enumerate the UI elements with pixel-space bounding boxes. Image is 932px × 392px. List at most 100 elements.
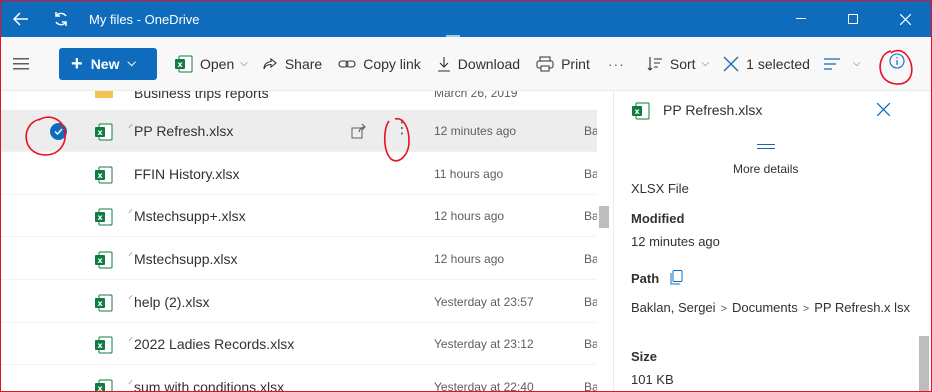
sync-icon <box>55 12 67 26</box>
modified-value: 12 minutes ago <box>631 234 720 249</box>
close-pane-button[interactable] <box>876 101 891 119</box>
chevron-down-icon: ⌵ <box>701 58 710 69</box>
file-name[interactable]: 2022 Ladies Records.xlsx <box>134 336 294 352</box>
pane-scrollbar-thumb[interactable] <box>919 336 929 391</box>
file-name[interactable]: PP Refresh.xlsx <box>134 123 233 139</box>
file-modified: Yesterday at 22:40 <box>434 379 534 392</box>
view-options-button[interactable]: ⌵ <box>823 48 861 80</box>
close-icon <box>899 13 911 25</box>
svg-text:x: x <box>98 171 104 180</box>
new-button[interactable]: + New ⌵ <box>59 47 157 80</box>
maximize-icon <box>848 14 858 24</box>
download-label: Download <box>457 55 521 72</box>
size-value: 101 KB <box>631 372 674 387</box>
list-item[interactable]: x ⸝ PP Refresh.xlsx ⋮ 12 minutes ago Ba <box>1 110 597 152</box>
file-list: Business trips reports March 26, 2019 x … <box>1 91 597 392</box>
checkmark-icon[interactable] <box>50 123 67 140</box>
share-icon[interactable] <box>351 123 367 144</box>
file-modified: 12 hours ago <box>434 208 505 223</box>
details-pane-button[interactable] <box>885 49 909 73</box>
download-button[interactable]: Download <box>437 48 520 80</box>
list-item[interactable]: x ⸝ Mstechsupp+.xlsx 12 hours ago Ba <box>1 195 597 237</box>
file-name[interactable]: help (2).xlsx <box>134 294 209 310</box>
file-modified: 12 hours ago <box>434 251 505 266</box>
command-bar: + New ⌵ x Open ⌵ Share Copy link Downloa… <box>1 37 931 91</box>
new-file-indicator-icon: ⸝ <box>128 247 133 258</box>
share-button[interactable]: Share <box>262 48 322 80</box>
modified-label: Modified <box>631 211 685 226</box>
open-button[interactable]: x Open ⌵ <box>175 48 248 80</box>
maximize-button[interactable] <box>827 1 879 37</box>
chevron-right-icon: > <box>720 303 727 315</box>
size-label: Size <box>631 349 658 364</box>
chevron-down-icon: ⌵ <box>240 58 248 69</box>
download-icon <box>437 56 451 72</box>
path-segment: PP Refresh.x lsx <box>814 300 911 315</box>
sync-button[interactable] <box>41 1 81 37</box>
file-owner: Ba <box>584 166 597 181</box>
title-bar: My files - OneDrive <box>1 1 931 37</box>
path-breadcrumb: Baklan, Sergei > Documents > PP Refresh.x ls… <box>631 299 911 318</box>
excel-file-icon: x <box>632 102 650 125</box>
close-window-button[interactable] <box>879 1 931 37</box>
file-modified: Yesterday at 23:57 <box>434 294 534 309</box>
file-name[interactable]: Mstechsupp.xlsx <box>134 251 237 267</box>
file-modified: March 26, 2019 <box>434 91 518 100</box>
excel-icon: x <box>175 55 193 73</box>
svg-text:x: x <box>98 341 104 350</box>
list-item[interactable]: x FFIN History.xlsx 11 hours ago Ba <box>1 153 597 195</box>
minimize-icon <box>796 18 806 19</box>
sort-button[interactable]: Sort ⌵ <box>647 48 709 80</box>
file-owner: Ba <box>584 294 597 309</box>
copy-icon <box>670 270 683 285</box>
file-name[interactable]: sum with conditions.xlsx <box>134 379 284 392</box>
more-vertical-icon[interactable]: ⋮ <box>394 121 410 137</box>
copy-path-button[interactable] <box>670 270 683 290</box>
new-button-label: New <box>90 55 120 72</box>
file-modified: 11 hours ago <box>434 166 504 181</box>
path-segment[interactable]: Baklan, Sergei <box>631 300 716 315</box>
details-title: PP Refresh.xlsx <box>663 102 763 118</box>
printer-icon <box>536 56 554 72</box>
info-icon <box>889 53 905 69</box>
list-item[interactable]: x ⸝ help (2).xlsx Yesterday at 23:57 Ba <box>1 281 597 323</box>
excel-file-icon: x <box>95 294 113 317</box>
file-owner: Ba <box>584 208 597 223</box>
clear-selection-button[interactable]: 1 selected <box>723 48 810 80</box>
list-item[interactable]: x ⸝ Mstechsupp.xlsx 12 hours ago Ba <box>1 238 597 280</box>
list-view-icon <box>823 57 840 70</box>
svg-text:x: x <box>635 107 641 116</box>
list-item[interactable]: x ⸝ sum with conditions.xlsx Yesterday a… <box>1 366 597 392</box>
list-item[interactable]: x ⸝ 2022 Ladies Records.xlsx Yesterday a… <box>1 323 597 365</box>
app-window: My files - OneDrive + New ⌵ x Open ⌵ Sha… <box>0 0 932 392</box>
excel-file-icon: x <box>95 166 113 189</box>
file-name[interactable]: Mstechsupp+.xlsx <box>134 208 246 224</box>
share-label: Share <box>284 55 323 72</box>
new-file-indicator-icon: ⸝ <box>128 204 133 215</box>
folder-icon <box>95 91 113 98</box>
back-button[interactable] <box>1 1 41 37</box>
minimize-button[interactable] <box>775 1 827 37</box>
hamburger-icon <box>13 57 29 69</box>
file-name[interactable]: FFIN History.xlsx <box>134 166 240 182</box>
excel-file-icon: x <box>95 208 113 231</box>
window-title: My files - OneDrive <box>89 11 200 27</box>
chevron-right-icon: > <box>802 303 810 315</box>
back-arrow-icon <box>13 12 28 26</box>
svg-text:x: x <box>98 299 104 308</box>
plus-icon: + <box>71 52 83 75</box>
copy-link-button[interactable]: Copy link <box>338 48 421 80</box>
excel-file-icon: x <box>95 336 113 359</box>
more-details-label[interactable]: More details <box>733 162 798 176</box>
drag-handle-icon[interactable] <box>757 144 775 149</box>
file-name: Business trips reports <box>134 91 269 101</box>
sort-icon <box>647 56 663 72</box>
new-file-indicator-icon: ⸝ <box>128 119 133 130</box>
nav-menu-button[interactable] <box>1 57 41 70</box>
excel-file-icon: x <box>95 379 113 391</box>
print-button[interactable]: Print <box>536 48 590 80</box>
path-segment[interactable]: Documents <box>732 300 798 315</box>
sort-label: Sort <box>669 55 696 72</box>
more-actions-button[interactable]: ··· <box>608 48 625 80</box>
list-scrollbar-thumb[interactable] <box>599 206 609 228</box>
